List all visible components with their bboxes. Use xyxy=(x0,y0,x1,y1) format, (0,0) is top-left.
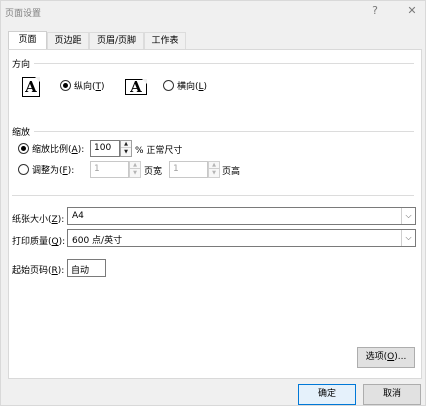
fit-pages-wide-input[interactable]: 1 xyxy=(90,161,129,178)
adjust-to-label[interactable]: 缩放比例(A): xyxy=(32,142,84,155)
options-button-text: 选项( xyxy=(365,352,388,362)
fit-pages-wide-spinner[interactable]: ▲ ▼ xyxy=(129,161,141,178)
scaling-divider xyxy=(34,131,414,132)
spin-down-icon[interactable]: ▼ xyxy=(121,149,131,156)
fit-to-radio[interactable] xyxy=(18,164,29,175)
tab-margins[interactable]: 页边距 xyxy=(47,32,89,50)
help-icon[interactable]: ? xyxy=(366,2,384,20)
first-page-number-label-text: 起始页码( xyxy=(12,266,52,276)
adjust-to-radio[interactable] xyxy=(18,143,29,154)
window-title: 页面设置 xyxy=(5,9,42,19)
fit-pages-tall-unit: 页高 xyxy=(222,167,241,177)
print-quality-select[interactable]: 600 点/英寸 ⌵ xyxy=(67,229,416,247)
landscape-close-paren: ) xyxy=(203,82,208,92)
tab-header-footer[interactable]: 页眉/页脚 xyxy=(89,32,144,50)
portrait-label[interactable]: 纵向(T) xyxy=(74,79,105,92)
chevron-down-icon[interactable]: ⌵ xyxy=(401,208,415,224)
fit-pages-wide-unit: 页宽 xyxy=(144,167,163,177)
adjust-to-label-text: 缩放比例( xyxy=(32,145,72,155)
close-icon[interactable]: ✕ xyxy=(403,2,421,20)
spin-down-icon[interactable]: ▼ xyxy=(209,170,219,177)
cancel-button[interactable]: 取消 xyxy=(363,384,421,405)
paper-size-label-text: 纸张大小( xyxy=(12,215,52,225)
landscape-page-icon: A xyxy=(125,79,147,95)
orientation-section-label: 方向 xyxy=(12,60,31,70)
fit-to-suffix: ): xyxy=(67,166,75,176)
spin-up-icon[interactable]: ▲ xyxy=(209,162,219,169)
fit-to-label[interactable]: 调整为(F): xyxy=(32,163,74,176)
page-fold-icon xyxy=(142,79,147,84)
portrait-radio[interactable] xyxy=(60,80,71,91)
fit-pages-tall-spinner[interactable]: ▲ ▼ xyxy=(208,161,220,178)
scale-percent-input[interactable]: 100 xyxy=(90,140,120,157)
scale-percent-unit: % 正常尺寸 xyxy=(135,146,183,156)
print-quality-label: 打印质量(Q): xyxy=(12,234,65,247)
paper-size-label: 纸张大小(Z): xyxy=(12,212,64,225)
print-quality-suffix: ): xyxy=(58,237,66,247)
spin-down-icon[interactable]: ▼ xyxy=(130,170,140,177)
spin-up-icon[interactable]: ▲ xyxy=(121,141,131,148)
page-setup-dialog: 页面设置 ? ✕ 页面 页边距 页眉/页脚 工作表 方向 A 纵向(T) A 横… xyxy=(0,0,426,406)
landscape-letter: A xyxy=(130,78,142,96)
tab-sheet[interactable]: 工作表 xyxy=(144,32,186,50)
scale-percent-spinner[interactable]: ▲ ▼ xyxy=(120,140,132,157)
landscape-label[interactable]: 横向(L) xyxy=(177,79,207,92)
first-page-number-input[interactable]: 自动 xyxy=(67,259,106,277)
portrait-page-icon: A xyxy=(22,77,40,97)
fit-to-label-text: 调整为( xyxy=(32,166,63,176)
first-page-number-value: 自动 xyxy=(71,266,90,276)
scaling-section-label: 缩放 xyxy=(12,128,31,138)
options-button-suffix: )... xyxy=(394,352,407,362)
adjust-to-suffix: ): xyxy=(77,145,85,155)
paper-size-value: A4 xyxy=(72,211,84,221)
ok-button[interactable]: 确定 xyxy=(298,384,356,405)
fit-pages-tall-value: 1 xyxy=(173,164,179,174)
portrait-label-text: 纵向( xyxy=(74,82,96,92)
orientation-divider xyxy=(34,63,414,64)
fit-pages-wide-value: 1 xyxy=(94,164,100,174)
paper-divider xyxy=(12,195,414,196)
landscape-radio[interactable] xyxy=(163,80,174,91)
chevron-down-icon[interactable]: ⌵ xyxy=(401,230,415,246)
first-page-number-suffix: ): xyxy=(57,266,65,276)
print-quality-value: 600 点/英寸 xyxy=(72,236,123,246)
tab-page[interactable]: 页面 xyxy=(8,31,47,51)
paper-size-suffix: ): xyxy=(57,215,65,225)
portrait-close-paren: ) xyxy=(101,82,105,92)
print-quality-label-text: 打印质量( xyxy=(12,237,52,247)
options-button[interactable]: 选项(O)... xyxy=(357,347,415,368)
spin-up-icon[interactable]: ▲ xyxy=(130,162,140,169)
landscape-label-text: 横向( xyxy=(177,82,199,92)
fit-pages-tall-input[interactable]: 1 xyxy=(169,161,208,178)
print-quality-accesskey: Q xyxy=(51,237,59,247)
scale-percent-value: 100 xyxy=(94,143,112,153)
page-fold-icon xyxy=(35,77,40,82)
first-page-number-label: 起始页码(R): xyxy=(12,263,64,276)
paper-size-select[interactable]: A4 ⌵ xyxy=(67,207,416,225)
